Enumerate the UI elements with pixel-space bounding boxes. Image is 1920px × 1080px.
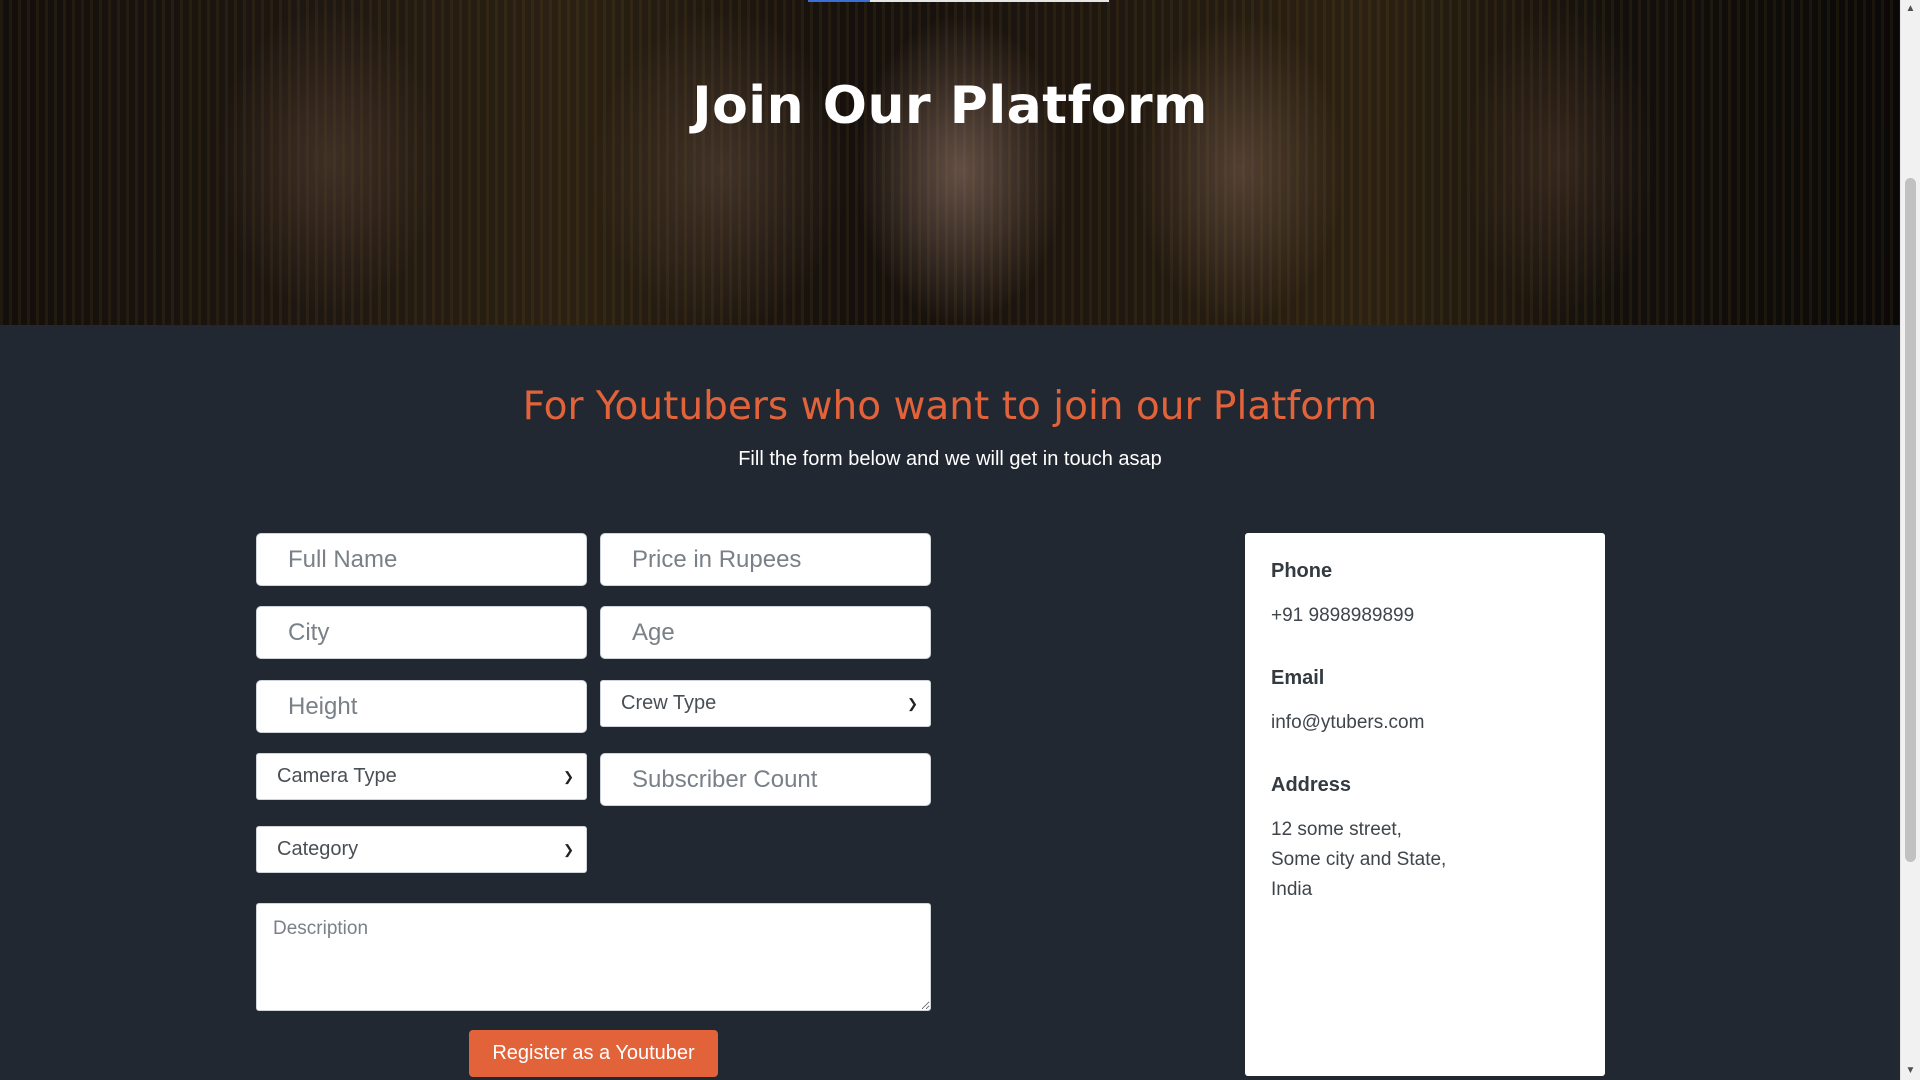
hero-overlay	[0, 0, 1900, 325]
crew-type-select[interactable]: Crew Type ❯	[600, 680, 931, 727]
vertical-scrollbar[interactable]: ▲ ▼	[1900, 0, 1920, 1080]
category-select[interactable]: Category ❯	[256, 826, 587, 873]
chevron-down-icon: ❯	[907, 695, 918, 711]
camera-type-selected: Camera Type	[277, 765, 397, 787]
address-line: India	[1271, 879, 1313, 900]
scroll-up-arrow-icon[interactable]: ▲	[1901, 0, 1920, 18]
crew-type-selected: Crew Type	[621, 692, 717, 714]
age-input[interactable]	[600, 606, 931, 659]
address-label: Address	[1271, 774, 1352, 796]
address-line: 12 some street,	[1271, 819, 1402, 840]
chevron-down-icon: ❯	[563, 768, 574, 784]
chevron-down-icon: ❯	[563, 841, 574, 857]
address-value: 12 some street, Some city and State, Ind…	[1271, 815, 1579, 905]
hero-banner: Join Our Platform	[0, 0, 1900, 325]
contact-card: Phone +91 9898989899 Email info@ytubers.…	[1245, 533, 1605, 1076]
page: Join Our Platform For Youtubers who want…	[0, 0, 1920, 1080]
nav-active-indicator	[808, 0, 870, 2]
price-input[interactable]	[600, 533, 931, 586]
hero-title: Join Our Platform	[692, 76, 1208, 136]
section-subtitle: Fill the form below and we will get in t…	[738, 448, 1162, 470]
subscriber-count-input[interactable]	[600, 753, 931, 806]
section-title: For Youtubers who want to join our Platf…	[522, 384, 1378, 429]
city-input[interactable]	[256, 606, 587, 659]
height-input[interactable]	[256, 680, 587, 733]
email-label: Email	[1271, 667, 1325, 689]
nav-underline	[808, 0, 1109, 2]
register-button[interactable]: Register as a Youtuber	[469, 1030, 718, 1077]
full-name-input[interactable]	[256, 533, 587, 586]
scrollbar-thumb[interactable]	[1905, 178, 1916, 862]
description-textarea[interactable]	[256, 903, 931, 1011]
address-line: Some city and State,	[1271, 849, 1447, 870]
scroll-down-arrow-icon[interactable]: ▼	[1901, 1062, 1920, 1080]
email-value: info@ytubers.com	[1271, 712, 1425, 733]
phone-label: Phone	[1271, 560, 1333, 582]
phone-value: +91 9898989899	[1271, 605, 1415, 626]
category-selected: Category	[277, 838, 359, 860]
camera-type-select[interactable]: Camera Type ❯	[256, 753, 587, 800]
